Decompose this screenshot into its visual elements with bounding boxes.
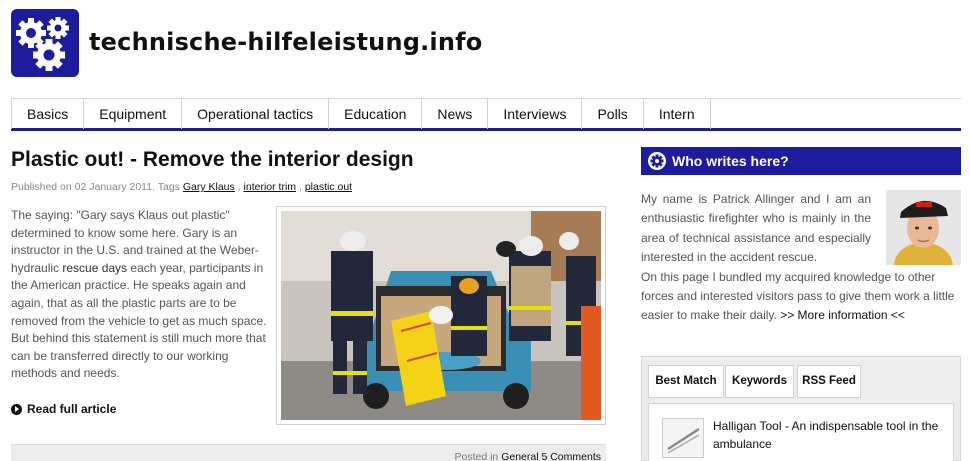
rescue-days-text: rescue days <box>62 260 128 275</box>
widget-title: Who writes here? <box>672 153 789 169</box>
article-photo[interactable] <box>276 206 606 425</box>
about-intro: My name is Patrick Allinger and I am an … <box>641 192 871 265</box>
author-avatar <box>886 190 961 265</box>
article-excerpt: The saying: "Gary says Klaus out plastic… <box>11 207 269 383</box>
more-information-link[interactable]: >> More information << <box>780 308 905 322</box>
halligan-tool-thumbnail[interactable] <box>662 418 704 458</box>
tab-rss-feed[interactable]: RSS Feed <box>797 365 861 398</box>
tag-link-gary-klaus[interactable]: Gary Klaus <box>183 181 235 193</box>
nav-item-equipment[interactable]: Equipment <box>84 99 183 129</box>
nav-item-basics[interactable]: Basics <box>11 99 85 129</box>
site-title[interactable]: technische-hilfeleistung.info <box>89 28 482 56</box>
tag-link-plastic-out[interactable]: plastic out <box>305 181 352 193</box>
article-footer: Posted in General 5 Comments <box>11 444 606 461</box>
nav-item-education[interactable]: Education <box>329 99 423 129</box>
published-date: Published on 02 January 2011. Tags <box>11 181 183 193</box>
gears-icon <box>16 17 69 71</box>
sidebar-tabs-widget: Best Match Keywords RSS Feed Halligan To… <box>641 356 961 461</box>
nav-item-interviews[interactable]: Interviews <box>488 99 583 129</box>
featured-item-link[interactable]: Halligan Tool - An indispensable tool in… <box>713 417 948 453</box>
posted-in-label: Posted in <box>454 451 502 461</box>
nav-item-operational-tactics[interactable]: Operational tactics <box>182 99 330 129</box>
gear-icon <box>648 152 666 170</box>
article-title[interactable]: Plastic out! - Remove the interior desig… <box>11 148 414 172</box>
tab-best-match[interactable]: Best Match <box>648 365 724 398</box>
nav-item-intern[interactable]: Intern <box>644 99 711 129</box>
article-meta: Published on 02 January 2011. Tags Gary … <box>11 181 353 193</box>
nav-item-polls[interactable]: Polls <box>582 99 644 129</box>
tag-link-interior-trim[interactable]: interior trim <box>244 181 297 193</box>
main-nav: Basics Equipment Operational tactics Edu… <box>11 98 961 131</box>
who-writes-here-header: Who writes here? <box>641 147 961 175</box>
firefighters-car-photo <box>281 211 601 420</box>
about-details: On this page I bundled my acquired knowl… <box>641 268 961 326</box>
excerpt-part-2: each year, participants in the American … <box>11 260 267 381</box>
category-link-general[interactable]: General <box>501 451 538 461</box>
read-more-link[interactable]: Read full article <box>11 402 116 416</box>
tab-keywords[interactable]: Keywords <box>725 365 794 398</box>
site-logo[interactable] <box>11 9 79 77</box>
read-more-label: Read full article <box>27 402 117 416</box>
comments-link[interactable]: 5 Comments <box>541 451 601 461</box>
tab-panel: Halligan Tool - An indispensable tool in… <box>648 403 954 461</box>
arrow-right-icon <box>11 403 22 415</box>
nav-item-news[interactable]: News <box>422 99 489 129</box>
